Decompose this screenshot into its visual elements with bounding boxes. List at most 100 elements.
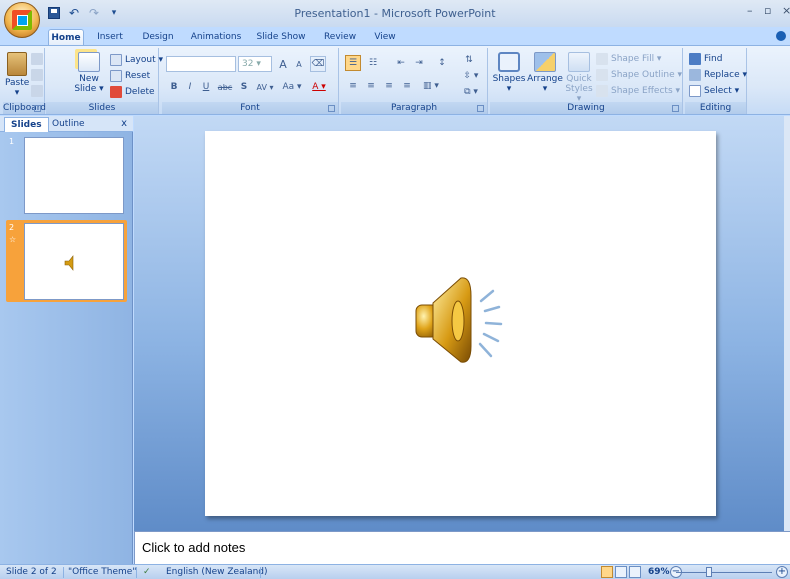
- clipboard-icon: [7, 52, 27, 76]
- slide-thumbnail-preview: [24, 137, 124, 214]
- office-button[interactable]: [4, 2, 40, 38]
- grow-font-button[interactable]: A: [276, 56, 290, 72]
- line-spacing-button[interactable]: ↕: [433, 55, 451, 71]
- shrink-font-button[interactable]: A: [292, 56, 306, 72]
- format-painter-button[interactable]: [31, 84, 46, 98]
- ribbon: Paste ▾ Clipboard New Slide ▾ Layout ▾ R…: [0, 45, 790, 115]
- office-logo-icon: [12, 10, 32, 30]
- zoom-slider-thumb[interactable]: [706, 567, 713, 577]
- close-button[interactable]: ×: [782, 4, 790, 17]
- tab-insert[interactable]: Insert: [92, 29, 128, 45]
- maximize-button[interactable]: ▫: [764, 4, 771, 17]
- font-group: 32 ▾ A A ⌫ B I U abc S AV ▾ Aa ▾ A ▾ Fon…: [162, 48, 339, 114]
- normal-view-button[interactable]: [601, 566, 613, 578]
- sound-object[interactable]: [205, 131, 716, 516]
- text-shadow-button[interactable]: S: [238, 79, 250, 95]
- columns-button[interactable]: ▥ ▾: [419, 78, 443, 94]
- language[interactable]: English (New Zealand): [166, 567, 268, 577]
- font-size-value: 32: [242, 59, 254, 69]
- italic-button[interactable]: I: [184, 79, 196, 95]
- font-launcher-button[interactable]: [328, 105, 335, 112]
- tab-slide-show[interactable]: Slide Show: [256, 29, 306, 45]
- quick-styles-button[interactable]: Quick Styles ▾: [564, 52, 594, 104]
- slide-sorter-view-button[interactable]: [615, 566, 627, 578]
- copy-button[interactable]: [31, 68, 46, 82]
- pen-icon: [596, 69, 608, 81]
- align-right-button[interactable]: ≡: [381, 78, 397, 94]
- justify-button[interactable]: ≡: [399, 78, 415, 94]
- delete-button[interactable]: Delete: [110, 85, 155, 99]
- tab-view[interactable]: View: [370, 29, 400, 45]
- strikethrough-button[interactable]: abc: [216, 79, 234, 95]
- shapes-label: Shapes: [492, 74, 526, 84]
- tab-slides[interactable]: Slides: [4, 117, 49, 132]
- bold-button[interactable]: B: [168, 79, 180, 95]
- arrange-button[interactable]: Arrange ▾: [527, 52, 563, 94]
- tab-design[interactable]: Design: [140, 29, 176, 45]
- bullets-button[interactable]: ☰: [345, 55, 361, 71]
- align-left-button[interactable]: ≡: [345, 78, 361, 94]
- notes-pane[interactable]: Click to add notes: [134, 531, 790, 564]
- font-size-combo[interactable]: 32 ▾: [238, 56, 272, 72]
- minimize-button[interactable]: –: [747, 4, 753, 17]
- spelling-check-icon[interactable]: ✓: [143, 567, 151, 577]
- shape-effects-button[interactable]: Shape Effects ▾: [596, 84, 680, 98]
- tab-animations[interactable]: Animations: [188, 29, 244, 45]
- vertical-scrollbar[interactable]: [784, 116, 790, 531]
- pane-tabs: Slides Outline x: [0, 116, 133, 132]
- font-name-combo[interactable]: [166, 56, 236, 72]
- shape-outline-button[interactable]: Shape Outline ▾: [596, 68, 682, 82]
- change-case-icon: Aa ▾: [282, 82, 302, 92]
- zoom-level[interactable]: 69%: [648, 567, 670, 577]
- slide-canvas[interactable]: [205, 131, 716, 516]
- clipboard-launcher-button[interactable]: [34, 105, 41, 112]
- help-icon[interactable]: [776, 31, 786, 41]
- clear-formatting-button[interactable]: ⌫: [310, 56, 326, 72]
- slide-editing-area: [134, 116, 790, 531]
- select-button[interactable]: Select ▾: [689, 84, 739, 98]
- character-spacing-icon: AV ▾: [256, 82, 274, 92]
- underline-button[interactable]: U: [200, 79, 212, 95]
- close-pane-icon[interactable]: x: [121, 118, 127, 129]
- change-case-button[interactable]: Aa ▾: [280, 79, 304, 95]
- tab-review[interactable]: Review: [320, 29, 360, 45]
- zoom-slider-track[interactable]: [676, 572, 772, 573]
- shapes-button[interactable]: Shapes ▾: [492, 52, 526, 94]
- new-slide-button[interactable]: New Slide ▾: [72, 52, 106, 94]
- tab-home[interactable]: Home: [48, 29, 84, 45]
- text-direction-button[interactable]: ⇅: [461, 52, 477, 68]
- zoom-in-button[interactable]: +: [776, 566, 788, 578]
- paint-bucket-icon: [596, 53, 608, 65]
- delete-label: Delete: [125, 87, 155, 97]
- character-spacing-button[interactable]: AV ▾: [254, 79, 276, 95]
- shape-fill-button[interactable]: Shape Fill ▾: [596, 52, 661, 66]
- slide-thumbnail-preview: [24, 223, 124, 300]
- layout-button[interactable]: Layout ▾: [110, 53, 163, 67]
- increase-indent-button[interactable]: ⇥: [411, 55, 427, 71]
- ribbon-tabs: Home Insert Design Animations Slide Show…: [0, 27, 790, 45]
- font-color-button[interactable]: A ▾: [308, 79, 330, 95]
- decrease-indent-icon: ⇤: [397, 58, 405, 68]
- find-button[interactable]: Find: [689, 52, 722, 66]
- replace-icon: [689, 69, 701, 81]
- smartart-button[interactable]: ⧉ ▾: [461, 84, 481, 100]
- paste-button[interactable]: Paste ▾: [5, 52, 29, 98]
- arrange-icon: [534, 52, 556, 72]
- tab-outline[interactable]: Outline: [46, 117, 91, 132]
- cut-button[interactable]: [31, 52, 46, 66]
- replace-button[interactable]: Replace ▾: [689, 68, 747, 82]
- slide-thumbnail-2[interactable]: 2 ☆: [6, 220, 127, 302]
- speaker-icon: [415, 277, 503, 363]
- align-text-button[interactable]: ⇳ ▾: [461, 68, 481, 84]
- reset-button[interactable]: Reset: [110, 69, 150, 83]
- drawing-launcher-button[interactable]: [672, 105, 679, 112]
- font-group-label: Font: [162, 102, 338, 114]
- paragraph-launcher-button[interactable]: [477, 105, 484, 112]
- decrease-indent-button[interactable]: ⇤: [393, 55, 409, 71]
- shapes-icon: [498, 52, 520, 72]
- slide-thumbnail-1[interactable]: 1: [6, 134, 127, 218]
- align-center-button[interactable]: ≡: [363, 78, 379, 94]
- numbering-button[interactable]: ☷: [365, 55, 381, 71]
- slide-show-view-button[interactable]: [629, 566, 641, 578]
- paragraph-group: ☰ ☷ ⇤ ⇥ ↕ ⇅ ≡ ≡ ≡ ≡ ▥ ▾ ⇳ ▾ ⧉ ▾ Paragrap…: [341, 48, 488, 114]
